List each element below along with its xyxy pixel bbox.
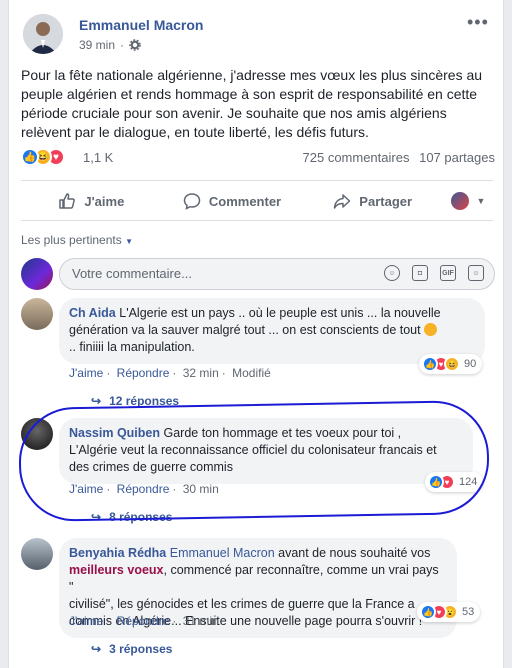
comment-text-line: L'Algérie veut la reconnaissance officie… (69, 443, 437, 457)
like-reaction-icon: 👍 (422, 356, 438, 372)
commenter-name[interactable]: Benyahia Rédha (69, 546, 166, 560)
comment-time[interactable]: 30 min (183, 482, 219, 496)
composer-icons: ☺ ◘ GIF ☺ (384, 265, 484, 281)
reaction-icons[interactable]: 👍 😆 ♥ (21, 148, 65, 168)
gif-icon[interactable]: GIF (440, 265, 456, 281)
replies-count: 3 réponses (109, 642, 173, 656)
comment-text-line: Garde ton hommage et tes voeux pour toi … (163, 426, 402, 440)
reaction-count: 124 (459, 476, 478, 488)
shares-count[interactable]: 107 partages (419, 150, 495, 165)
comment-reply-link[interactable]: Répondre (117, 366, 170, 380)
like-label: J'aime (84, 193, 125, 209)
comment-text-line: .. finiiii la manipulation. (69, 340, 195, 354)
comment-bubble: Ch Aida L'Algerie est un pays .. où le p… (59, 298, 485, 364)
comment-share-counts: 725 commentaires 107 partages (297, 150, 495, 165)
replies-count: 12 réponses (109, 394, 180, 408)
like-reaction-icon: 👍 (21, 148, 39, 166)
share-icon (334, 194, 351, 209)
comment-button[interactable]: Commenter (162, 192, 303, 210)
highlighted-text: meilleurs voeux (69, 563, 164, 577)
comment-meta: J'aime · Répondre · 31 min (69, 614, 219, 628)
commenter-avatar[interactable] (21, 538, 53, 570)
chevron-down-icon: ▼ (476, 196, 486, 206)
reaction-count: 53 (462, 606, 475, 618)
chevron-down-icon: ▼ (125, 237, 133, 246)
view-replies-link[interactable]: ↪ 8 réponses (91, 510, 172, 524)
comment-like-link[interactable]: J'aime (69, 482, 103, 496)
comment-item: Ch Aida L'Algerie est un pays .. où le p… (21, 298, 495, 408)
action-bar: J'aime Commenter Partager ▼ (21, 184, 493, 218)
like-reaction-icon: 👍 (420, 604, 436, 620)
like-button[interactable]: J'aime (21, 192, 162, 210)
reply-arrow-icon: ↪ (91, 394, 102, 408)
author-name[interactable]: Emmanuel Macron (79, 17, 203, 33)
post-header: Emmanuel Macron 39 min · ••• (21, 13, 491, 58)
separator: · (120, 38, 125, 52)
comment-meta: J'aime · Répondre · 32 min · Modifié (69, 366, 271, 380)
gear-icon (129, 39, 141, 51)
comment-reactions[interactable]: 👍 ♥ 😮 53 (417, 602, 481, 622)
comment-text-line: génération va la sauver malgré tout ... … (69, 323, 421, 337)
comment-label: Commenter (208, 193, 282, 209)
comment-like-link[interactable]: J'aime (69, 614, 103, 628)
sticker-icon[interactable]: ☺ (468, 265, 484, 281)
comment-item: Nassim Quiben Garde ton hommage et tes v… (21, 418, 495, 528)
reply-arrow-icon: ↪ (91, 642, 102, 656)
comment-reply-link[interactable]: Répondre (117, 614, 170, 628)
comment-input-box[interactable]: ☺ ◘ GIF ☺ (59, 258, 495, 290)
share-label: Partager (359, 193, 413, 209)
replies-count: 8 réponses (109, 510, 173, 524)
post-card: Emmanuel Macron 39 min · ••• Pour la fêt… (8, 0, 504, 668)
comment-reactions[interactable]: 👍 ♥ 😆 90 (419, 354, 483, 374)
current-user-avatar (21, 258, 53, 290)
sweat-smile-emoji-icon (424, 323, 438, 336)
author-avatar[interactable] (23, 14, 63, 54)
emoji-icon[interactable]: ☺ (384, 265, 400, 281)
like-reaction-icon: 👍 (428, 474, 444, 490)
comment-like-link[interactable]: J'aime (69, 366, 103, 380)
divider (21, 220, 493, 221)
comment-bubble: Nassim Quiben Garde ton hommage et tes v… (59, 418, 473, 484)
commenter-name[interactable]: Nassim Quiben (69, 426, 160, 440)
mention-link[interactable]: Emmanuel Macron (170, 546, 275, 560)
commenter-name[interactable]: Ch Aida (69, 306, 116, 320)
more-options-icon[interactable]: ••• (467, 13, 491, 32)
sort-label: Les plus pertinents (21, 233, 122, 247)
post-timestamp: 39 min · (79, 38, 141, 52)
camera-icon[interactable]: ◘ (412, 265, 428, 281)
view-replies-link[interactable]: ↪ 12 réponses (91, 394, 179, 408)
comment-time[interactable]: 32 min (183, 366, 219, 380)
share-button[interactable]: Partager (302, 192, 443, 210)
reaction-count: 90 (464, 358, 477, 370)
comment-reply-link[interactable]: Répondre (117, 482, 170, 496)
comment-item: Benyahia Rédha Emmanuel Macron avant de … (21, 538, 495, 662)
comment-icon (183, 193, 201, 210)
comment-sort-dropdown[interactable]: Les plus pertinents ▼ (21, 233, 133, 247)
comment-text-line: avant de nous souhaité vos (274, 546, 431, 560)
comment-time[interactable]: 31 min (183, 614, 219, 628)
comment-input[interactable] (72, 266, 372, 281)
commenter-avatar[interactable] (21, 418, 53, 450)
thumbs-up-icon (59, 193, 76, 209)
page-avatar (450, 192, 469, 210)
post-as-selector[interactable]: ▼ (443, 192, 493, 210)
reactions-count[interactable]: 1,1 K (83, 150, 113, 165)
divider (21, 180, 493, 181)
comment-text-line: des crimes de guerre commis (69, 460, 233, 474)
post-time[interactable]: 39 min (79, 38, 115, 52)
comment-text-line: civilisé", les génocides et les crimes d… (69, 597, 415, 611)
comment-text-line: L'Algerie est un pays .. où le peuple es… (119, 306, 441, 320)
commenter-avatar[interactable] (21, 298, 53, 330)
comment-modified[interactable]: Modifié (232, 366, 271, 380)
comments-count[interactable]: 725 commentaires (303, 150, 410, 165)
post-text: Pour la fête nationale algérienne, j'adr… (21, 67, 483, 140)
view-replies-link[interactable]: ↪ 3 réponses (91, 642, 172, 656)
post-stats: 👍 😆 ♥ 1,1 K 725 commentaires 107 partage… (21, 148, 495, 170)
comment-composer: ☺ ◘ GIF ☺ (21, 258, 495, 292)
comment-reactions[interactable]: 👍 ♥ 124 (425, 472, 484, 492)
reply-arrow-icon: ↪ (91, 510, 102, 524)
comment-meta: J'aime · Répondre · 30 min (69, 482, 219, 496)
haha-reaction-icon: 😆 (444, 356, 460, 372)
